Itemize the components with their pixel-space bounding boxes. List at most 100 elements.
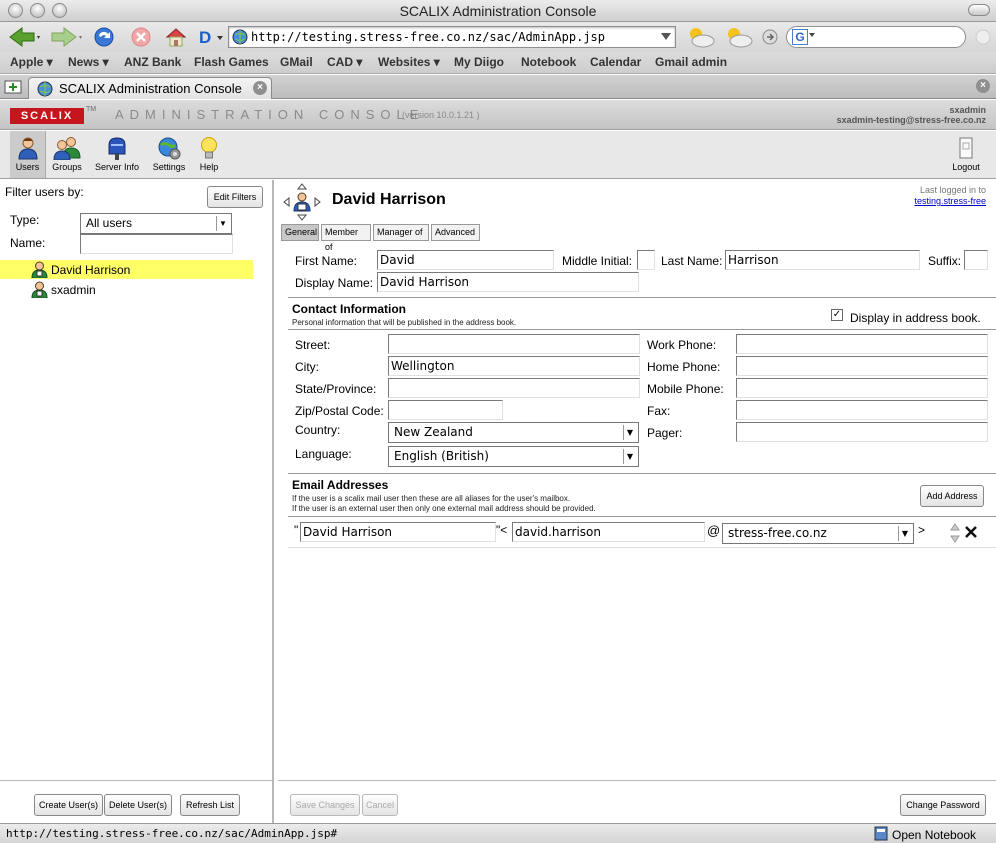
bookmark-notebook[interactable]: Notebook [521, 55, 576, 69]
name-filter-input[interactable] [80, 234, 233, 254]
save-changes-button[interactable]: Save Changes [290, 794, 360, 816]
logout-button[interactable]: Logout [946, 131, 986, 178]
country-select[interactable]: New Zealand ▼ [388, 422, 639, 443]
user-name: sxadmin [51, 283, 96, 297]
search-engine-dropdown-icon[interactable] [809, 33, 815, 38]
delete-users-button[interactable]: Delete User(s) [104, 794, 172, 816]
tab-advanced[interactable]: Advanced [431, 224, 480, 241]
tab-manager-of[interactable]: Manager of [373, 224, 429, 241]
home-phone-label: Home Phone: [647, 360, 721, 374]
create-users-button[interactable]: Create User(s) [34, 794, 103, 816]
mobile-phone-field[interactable] [736, 378, 988, 398]
home-phone-field[interactable] [736, 356, 988, 376]
tab-strip: SCALIX Administration Console × × [0, 75, 996, 99]
server-info-button[interactable]: Server Info [92, 131, 142, 178]
user-icon [31, 261, 48, 278]
state-label: State/Province: [295, 382, 377, 396]
zip-field[interactable] [388, 400, 503, 420]
settings-button[interactable]: Settings [150, 131, 188, 178]
email-address-row: " David Harrison "< david.harrison @ str… [288, 520, 996, 548]
reorder-arrows-icon[interactable] [950, 523, 960, 543]
chevron-down-icon: ▼ [216, 216, 229, 231]
email-display-name-field[interactable]: David Harrison [300, 522, 496, 542]
url-dropdown-icon[interactable] [661, 33, 671, 41]
app-version: (version 10.0.1.21 ) [402, 110, 480, 120]
suffix-field[interactable] [964, 250, 988, 270]
current-user-email: sxadmin-testing@stress-free.co.nz [836, 115, 986, 125]
user-navigate-icon[interactable] [283, 183, 321, 221]
back-arrow-icon[interactable] [8, 26, 40, 48]
reload-icon[interactable] [93, 26, 115, 48]
street-field[interactable] [388, 334, 640, 354]
tab-member-of[interactable]: Member of [321, 224, 371, 252]
search-input[interactable]: G [786, 26, 966, 48]
chevron-down-icon: ▼ [623, 449, 636, 464]
contact-section-title: Contact Information [292, 302, 406, 316]
tab-general[interactable]: General [281, 224, 319, 241]
groups-button[interactable]: Groups [48, 131, 86, 178]
settings-globe-icon [158, 137, 181, 160]
groups-label: Groups [52, 162, 82, 172]
language-select[interactable]: English (British) ▼ [388, 446, 639, 467]
last-logged-host-link[interactable]: testing.stress-free [914, 196, 986, 206]
bookmark-cad[interactable]: CAD ▾ [327, 55, 362, 69]
globe-icon [232, 29, 248, 45]
bookmark-anz-bank[interactable]: ANZ Bank [124, 55, 181, 69]
user-type-select[interactable]: All users ▼ [80, 213, 232, 234]
forward-arrow-icon[interactable] [50, 26, 82, 48]
fax-field[interactable] [736, 400, 988, 420]
last-name-field[interactable]: Harrison [725, 250, 920, 270]
user-header-name: David Harrison [332, 191, 446, 208]
address-book-checkbox[interactable]: ✓ [831, 309, 843, 321]
display-name-label: Display Name: [295, 276, 374, 290]
add-address-button[interactable]: Add Address [920, 485, 984, 507]
pager-label: Pager: [647, 426, 683, 440]
bookmark-calendar[interactable]: Calendar [590, 55, 641, 69]
bookmark-my-diigo[interactable]: My Diigo [454, 55, 504, 69]
state-field[interactable] [388, 378, 640, 398]
diigo-icon[interactable]: D [198, 26, 224, 48]
home-icon[interactable] [165, 26, 187, 48]
last-name-label: Last Name: [661, 254, 723, 268]
open-notebook-link[interactable]: Open Notebook [892, 828, 976, 842]
work-phone-field[interactable] [736, 334, 988, 354]
cancel-button[interactable]: Cancel [362, 794, 398, 816]
new-tab-icon[interactable] [4, 80, 22, 94]
close-all-tabs-icon[interactable]: × [976, 79, 990, 93]
go-icon[interactable] [762, 29, 778, 45]
first-name-field[interactable]: David [377, 250, 554, 270]
email-domain-select[interactable]: stress-free.co.nz ▼ [722, 523, 914, 544]
url-text: http://testing.stress-free.co.nz/sac/Adm… [251, 30, 606, 44]
delete-address-icon[interactable] [964, 525, 978, 539]
notebook-icon[interactable] [874, 826, 888, 841]
tab-scalix-admin-console[interactable]: SCALIX Administration Console × [28, 77, 272, 99]
bookmark-apple[interactable]: Apple ▾ [10, 55, 53, 69]
users-button[interactable]: Users [10, 131, 46, 178]
mailbox-icon [108, 137, 126, 160]
user-list-item[interactable]: sxadmin [0, 280, 253, 299]
refresh-list-button[interactable]: Refresh List [180, 794, 240, 816]
bookmark-gmail[interactable]: GMail [280, 55, 313, 69]
pager-field[interactable] [736, 422, 988, 442]
user-type-value: All users [86, 216, 133, 230]
edit-filters-button[interactable]: Edit Filters [207, 186, 263, 208]
bookmark-websites[interactable]: Websites ▾ [378, 55, 440, 69]
stop-icon[interactable] [130, 26, 152, 48]
close-tab-icon[interactable]: × [253, 81, 267, 95]
bookmark-news[interactable]: News ▾ [68, 55, 109, 69]
middle-initial-field[interactable] [637, 250, 655, 270]
city-field[interactable]: Wellington [388, 356, 640, 376]
last-logged-label: Last logged in to [919, 185, 986, 195]
user-list-item-selected[interactable]: David Harrison [0, 260, 253, 279]
help-button[interactable]: Help [192, 131, 226, 178]
quote-open: " [294, 523, 299, 537]
bookmark-gmail-admin[interactable]: Gmail admin [655, 55, 727, 69]
weather-forecast-icon [724, 26, 754, 48]
email-local-part-field[interactable]: david.harrison [512, 522, 705, 542]
address-bar[interactable]: http://testing.stress-free.co.nz/sac/Adm… [228, 26, 676, 48]
bookmark-flash-games[interactable]: Flash Games [194, 55, 269, 69]
display-name-field[interactable]: David Harrison [377, 272, 639, 292]
toolbar-toggle-icon[interactable] [968, 4, 990, 16]
change-password-button[interactable]: Change Password [900, 794, 986, 816]
google-icon[interactable]: G [792, 29, 808, 45]
